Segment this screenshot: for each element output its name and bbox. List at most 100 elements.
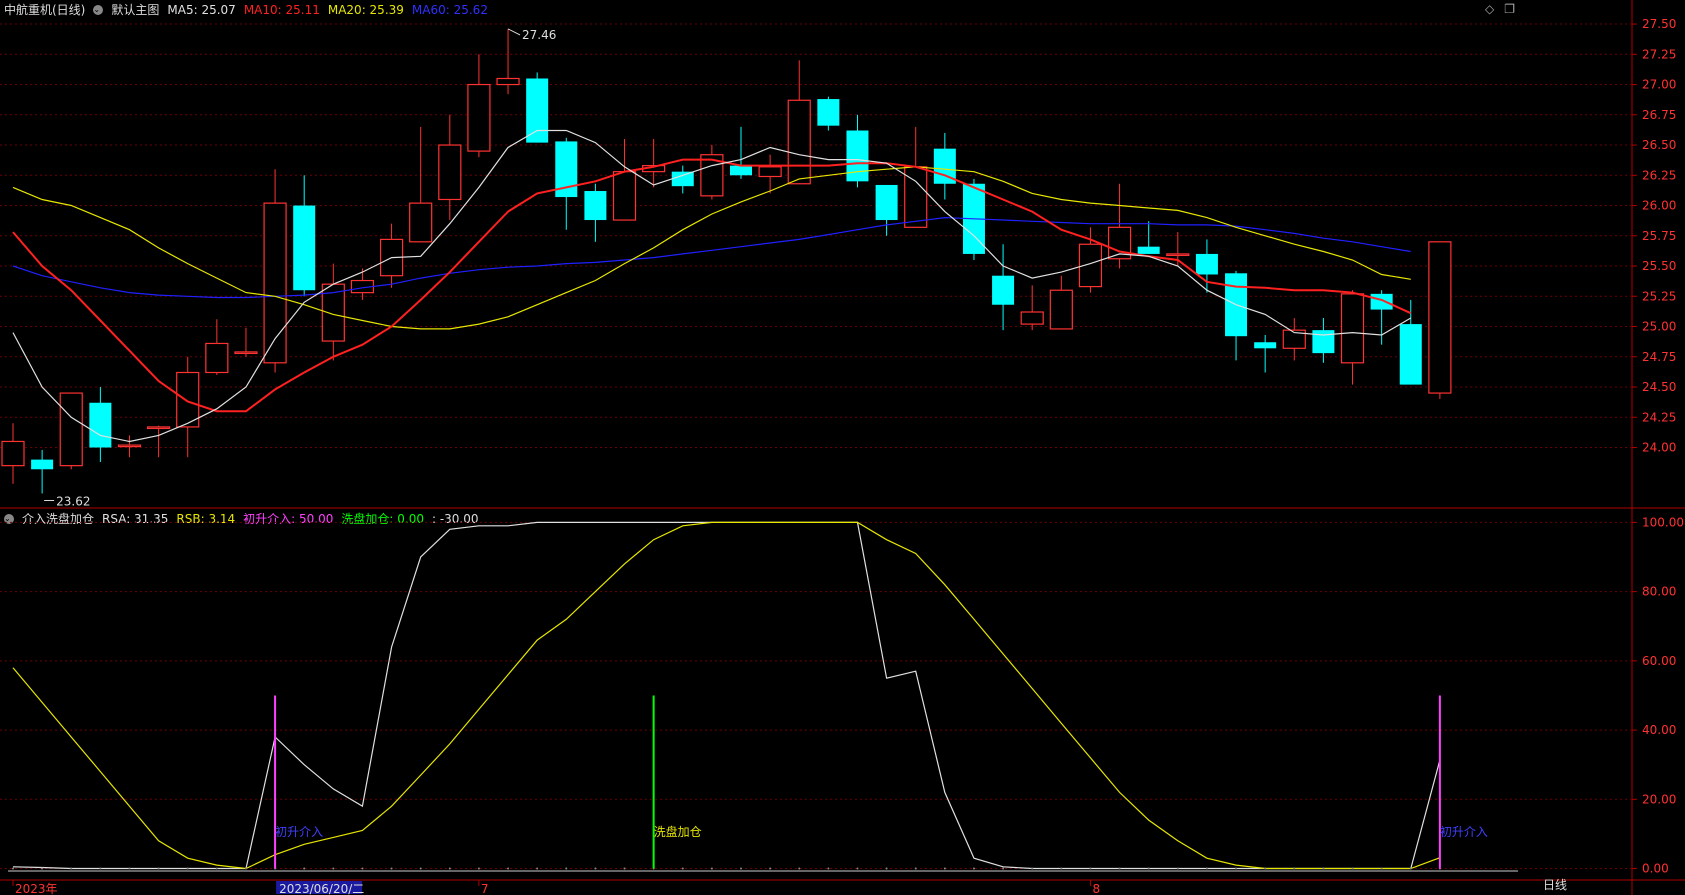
candle-body-up: [1020, 311, 1044, 325]
main-y-tick-label: 24.25: [1642, 410, 1676, 424]
candle-body-up: [612, 171, 637, 221]
zero-dot: [565, 867, 568, 870]
candle-body-down: [1137, 246, 1160, 254]
zero-dot: [1322, 867, 1325, 870]
zero-dot: [740, 867, 742, 870]
candle-body-down: [1312, 330, 1335, 354]
zero-dot: [914, 867, 917, 870]
zero-dot: [827, 867, 830, 870]
high-price-label: 27.46: [522, 28, 556, 42]
x-axis-label: 2023年: [15, 882, 58, 895]
zero-dot: [769, 867, 772, 870]
candle-body-up: [205, 342, 229, 374]
sub-y-tick-label: 80.00: [1642, 585, 1676, 599]
candle-body-up: [147, 426, 171, 430]
sub-y-tick-label: 40.00: [1642, 723, 1676, 737]
zero-dot: [1002, 867, 1005, 870]
main-y-tick-label: 26.75: [1642, 108, 1676, 122]
candle-body-up: [438, 144, 462, 201]
main-y-tick-label: 25.75: [1642, 229, 1676, 243]
zero-dot: [710, 867, 713, 870]
zero-dot: [157, 867, 160, 870]
zero-dot: [1118, 867, 1121, 870]
zero-dot: [1176, 867, 1179, 870]
zero-dot: [1031, 867, 1034, 870]
main-y-tick-label: 25.00: [1642, 320, 1676, 334]
zero-dot: [99, 867, 102, 870]
zero-dot: [186, 867, 189, 870]
zero-dot: [536, 867, 539, 870]
candle-body-down: [817, 99, 840, 126]
candle-body-down: [730, 165, 752, 176]
candle-body-up: [1049, 289, 1073, 330]
candle-body-down: [671, 171, 694, 187]
zero-dot: [1147, 867, 1150, 870]
zero-dot: [594, 867, 597, 870]
candle-body-down: [1399, 324, 1422, 385]
zero-dot: [1235, 867, 1238, 870]
candle-body-up: [1, 440, 25, 467]
candle-body-up: [467, 83, 491, 152]
zero-dot: [856, 867, 859, 870]
x-axis-label: 8: [1092, 882, 1100, 895]
zero-dot: [507, 867, 510, 870]
zero-dot: [943, 867, 946, 870]
main-y-tick-label: 26.00: [1642, 199, 1676, 213]
candle-body-down: [526, 78, 549, 143]
zero-dot: [1089, 867, 1092, 870]
x-axis-label: 7: [481, 882, 489, 895]
candle-body-up: [176, 371, 200, 428]
sub-y-tick-label: 100.00: [1642, 515, 1684, 529]
low-price-label: 23.62: [56, 494, 90, 508]
zero-dot: [1351, 867, 1354, 870]
zero-dot: [12, 867, 14, 870]
timeframe-label[interactable]: 日线: [1543, 876, 1567, 893]
zero-dot: [215, 867, 218, 870]
sub-y-tick-label: 0.00: [1642, 862, 1669, 876]
candle-body-up: [59, 392, 83, 467]
series-rsb-line: [12, 521, 1441, 870]
zero-dot: [477, 867, 480, 870]
candle-body-down: [875, 184, 898, 221]
zero-dot: [623, 867, 626, 870]
zero-dot: [885, 867, 888, 870]
candle-body-up: [758, 166, 782, 178]
zero-dot: [41, 867, 44, 870]
zero-dot: [1293, 867, 1296, 870]
main-y-tick-label: 27.50: [1642, 17, 1676, 31]
series-rsa-line: [12, 521, 1441, 870]
zero-dot: [972, 867, 975, 870]
x-axis-label: 2023/06/20/二: [279, 882, 364, 895]
zero-dot: [1264, 867, 1267, 870]
candle-body-down: [846, 130, 869, 182]
zero-dot: [448, 867, 451, 870]
candle-body-down: [293, 205, 316, 291]
sub-y-tick-label: 20.00: [1642, 792, 1676, 806]
zero-dot: [70, 867, 73, 870]
main-y-tick-label: 26.25: [1642, 168, 1676, 182]
candle-body-up: [1428, 241, 1452, 394]
main-y-tick-label: 25.50: [1642, 259, 1676, 273]
zero-dot: [332, 867, 335, 870]
main-y-tick-label: 24.75: [1642, 350, 1676, 364]
candle-body-down: [992, 275, 1015, 305]
candle-body-up: [1166, 253, 1190, 257]
main-y-tick-label: 27.00: [1642, 78, 1676, 92]
candle-body-down: [584, 191, 607, 221]
high-marker: [507, 28, 521, 36]
main-y-tick-label: 24.50: [1642, 380, 1676, 394]
candle-body-down: [31, 459, 54, 470]
candle-body-down: [89, 402, 112, 448]
zero-dot: [798, 867, 801, 870]
zero-dot: [1380, 867, 1383, 870]
main-y-tick-label: 27.25: [1642, 47, 1676, 61]
stock-chart[interactable]: 27.50 27.25 27.00 26.75 26.50 26.25 26.00 25.75…: [0, 0, 1685, 895]
signal-label-entry: 初升介入: [275, 825, 323, 839]
candle-body-up: [787, 99, 811, 185]
zero-dot: [244, 867, 247, 870]
sub-y-tick-label: 60.00: [1642, 654, 1676, 668]
signal-label-entry: 初升介入: [1440, 825, 1488, 839]
main-y-tick-label: 26.50: [1642, 138, 1676, 152]
candle-body-down: [1254, 342, 1277, 349]
candle-body-up: [496, 77, 520, 86]
